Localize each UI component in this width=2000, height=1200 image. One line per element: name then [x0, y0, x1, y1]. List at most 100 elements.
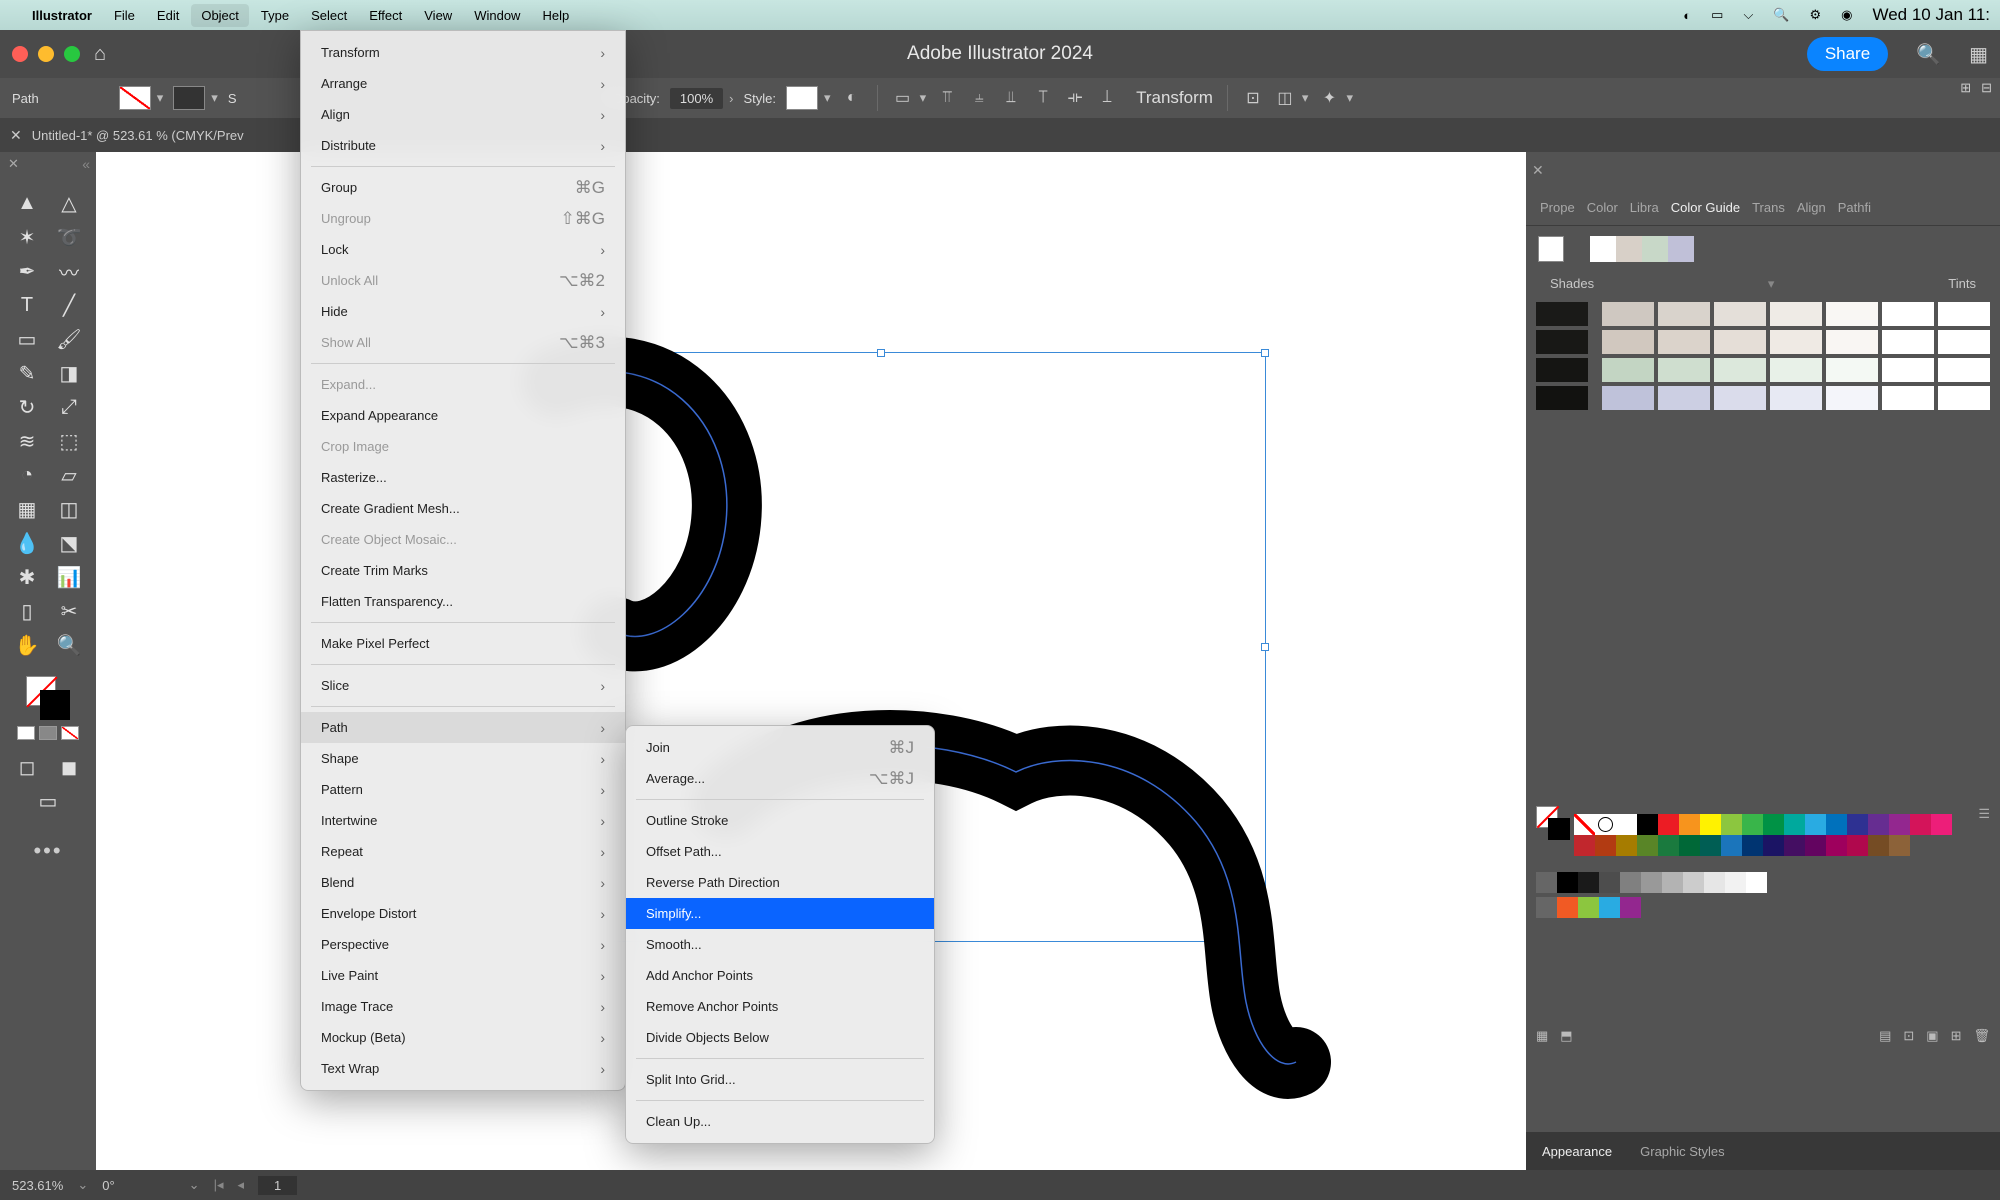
color-group-row[interactable] [1536, 897, 1990, 918]
align-icon[interactable]: ▭ [892, 87, 914, 109]
align-right-icon[interactable]: ⫫ [1000, 87, 1022, 109]
menu-item[interactable]: Envelope Distort› [301, 898, 625, 929]
submenu-item[interactable]: Remove Anchor Points [626, 991, 934, 1022]
submenu-item[interactable]: Outline Stroke [626, 805, 934, 836]
tab-properties[interactable]: Prope [1540, 200, 1575, 215]
menu-item[interactable]: Make Pixel Perfect [301, 628, 625, 659]
menu-item[interactable]: Expand Appearance [301, 400, 625, 431]
menu-item[interactable]: Perspective› [301, 929, 625, 960]
menu-item[interactable]: Flatten Transparency... [301, 586, 625, 617]
submenu-item[interactable]: Join⌘J [626, 732, 934, 763]
color-guide-grid[interactable] [1526, 296, 2000, 416]
swatch-fill-stroke[interactable] [1536, 806, 1564, 834]
menu-item[interactable]: Lock› [301, 234, 625, 265]
delete-swatch-icon[interactable]: 🗑 [1973, 1028, 1990, 1044]
transform-link[interactable]: Transform [1136, 88, 1213, 108]
submenu-item[interactable]: Clean Up... [626, 1106, 934, 1137]
panel-collapse-icon[interactable]: « [82, 156, 90, 172]
gradient-mode-icon[interactable] [39, 726, 57, 740]
selection-tool[interactable]: ▲ [6, 186, 48, 220]
fill-swatch[interactable] [119, 86, 151, 110]
base-color-swatch[interactable] [1538, 236, 1564, 262]
menu-item[interactable]: Distribute› [301, 130, 625, 161]
first-artboard-icon[interactable]: |◂ [214, 1177, 224, 1193]
harmony-ramp[interactable] [1590, 236, 1694, 262]
tab-transform[interactable]: Trans [1752, 200, 1785, 215]
gradient-tool[interactable]: ◫ [48, 492, 90, 526]
essentials-icon[interactable]: ⊞ [1960, 80, 1971, 96]
submenu-item[interactable]: Average...⌥⌘J [626, 763, 934, 794]
fill-stroke-control[interactable] [26, 676, 70, 720]
magic-wand-tool[interactable]: ✶ [6, 220, 48, 254]
column-graph-tool[interactable]: 📊 [48, 560, 90, 594]
menu-item[interactable]: Intertwine› [301, 805, 625, 836]
tab-graphic-styles[interactable]: Graphic Styles [1640, 1144, 1725, 1159]
swatches-grid[interactable] [1574, 814, 1969, 856]
edit-toolbar-icon[interactable]: ••• [33, 838, 62, 864]
submenu-item[interactable]: Reverse Path Direction [626, 867, 934, 898]
free-transform-tool[interactable]: ⬚ [48, 424, 90, 458]
opacity-dropdown-icon[interactable]: › [729, 91, 733, 106]
share-button[interactable]: Share [1807, 37, 1888, 71]
tab-libraries[interactable]: Libra [1630, 200, 1659, 215]
zoom-tool[interactable]: 🔍 [48, 628, 90, 662]
menu-item[interactable]: Path› [301, 712, 625, 743]
add-to-library-icon[interactable]: ⬒ [1560, 1028, 1572, 1044]
zoom-level[interactable]: 523.61% [12, 1178, 63, 1193]
close-window-button[interactable] [12, 46, 28, 62]
submenu-item[interactable]: Split Into Grid... [626, 1064, 934, 1095]
menu-item[interactable]: Align› [301, 99, 625, 130]
curvature-tool[interactable]: 〰 [48, 254, 90, 288]
menu-item[interactable]: Create Gradient Mesh... [301, 493, 625, 524]
color-mode-icon[interactable] [17, 726, 35, 740]
document-tab[interactable]: Untitled-1* @ 523.61 % (CMYK/Prev [32, 128, 244, 143]
none-mode-icon[interactable] [61, 726, 79, 740]
screen-mode-icon[interactable]: ▭ [27, 784, 69, 818]
spotlight-icon[interactable]: 🔍 [1773, 7, 1789, 23]
menu-item[interactable]: Image Trace› [301, 991, 625, 1022]
workspace-icon[interactable]: ⊟ [1981, 80, 1992, 96]
fill-dropdown-icon[interactable]: ▾ [157, 90, 164, 106]
style-dropdown-icon[interactable]: ▾ [824, 90, 831, 106]
pen-tool[interactable]: ✒ [6, 254, 48, 288]
menu-select[interactable]: Select [311, 8, 347, 23]
type-tool[interactable]: T [6, 288, 48, 322]
align-vcenter-icon[interactable]: ⟛ [1064, 87, 1086, 109]
menu-item[interactable]: Live Paint› [301, 960, 625, 991]
submenu-item[interactable]: Add Anchor Points [626, 960, 934, 991]
prev-artboard-icon[interactable]: ◂ [237, 1177, 244, 1193]
menu-file[interactable]: File [114, 8, 135, 23]
eyedropper-tool[interactable]: 💧 [6, 526, 48, 560]
blend-tool[interactable]: ⬔ [48, 526, 90, 560]
tab-close-icon[interactable]: ✕ [10, 127, 22, 144]
menu-item[interactable]: Hide› [301, 296, 625, 327]
menu-item[interactable]: Pattern› [301, 774, 625, 805]
menubar-datetime[interactable]: Wed 10 Jan 11: [1872, 5, 1990, 25]
siri-icon[interactable]: ◉ [1841, 7, 1852, 23]
menu-window[interactable]: Window [474, 8, 520, 23]
new-swatch-icon[interactable]: ⊞ [1951, 1028, 1962, 1044]
stroke-swatch[interactable] [173, 86, 205, 110]
menu-item[interactable]: Create Trim Marks [301, 555, 625, 586]
align-hcenter-icon[interactable]: ⫨ [968, 87, 990, 109]
crop-icon[interactable]: ◫ [1274, 87, 1296, 109]
tab-appearance[interactable]: Appearance [1542, 1144, 1612, 1159]
tab-align[interactable]: Align [1797, 200, 1826, 215]
cc-status-icon[interactable]: ◐ [1683, 8, 1691, 23]
menu-view[interactable]: View [424, 8, 452, 23]
tab-color-guide[interactable]: Color Guide [1671, 200, 1740, 215]
menu-object[interactable]: Object [191, 4, 249, 27]
submenu-item[interactable]: Divide Objects Below [626, 1022, 934, 1053]
direct-selection-tool[interactable]: △ [48, 186, 90, 220]
shaper-tool[interactable]: ✎ [6, 356, 48, 390]
style-label[interactable]: Style: [744, 91, 777, 106]
menu-item[interactable]: Repeat› [301, 836, 625, 867]
panel-close-icon[interactable]: ✕ [1532, 162, 1544, 179]
paintbrush-tool[interactable]: 🖌 [48, 322, 90, 356]
menu-type[interactable]: Type [261, 8, 289, 23]
draw-normal-icon[interactable]: ◻ [6, 750, 48, 784]
recolor-icon[interactable]: ◐ [841, 87, 863, 109]
align-top-icon[interactable]: ⟙ [1032, 87, 1054, 109]
swatch-options-icon-2[interactable]: ⊡ [1903, 1028, 1914, 1044]
menu-item[interactable]: Slice› [301, 670, 625, 701]
